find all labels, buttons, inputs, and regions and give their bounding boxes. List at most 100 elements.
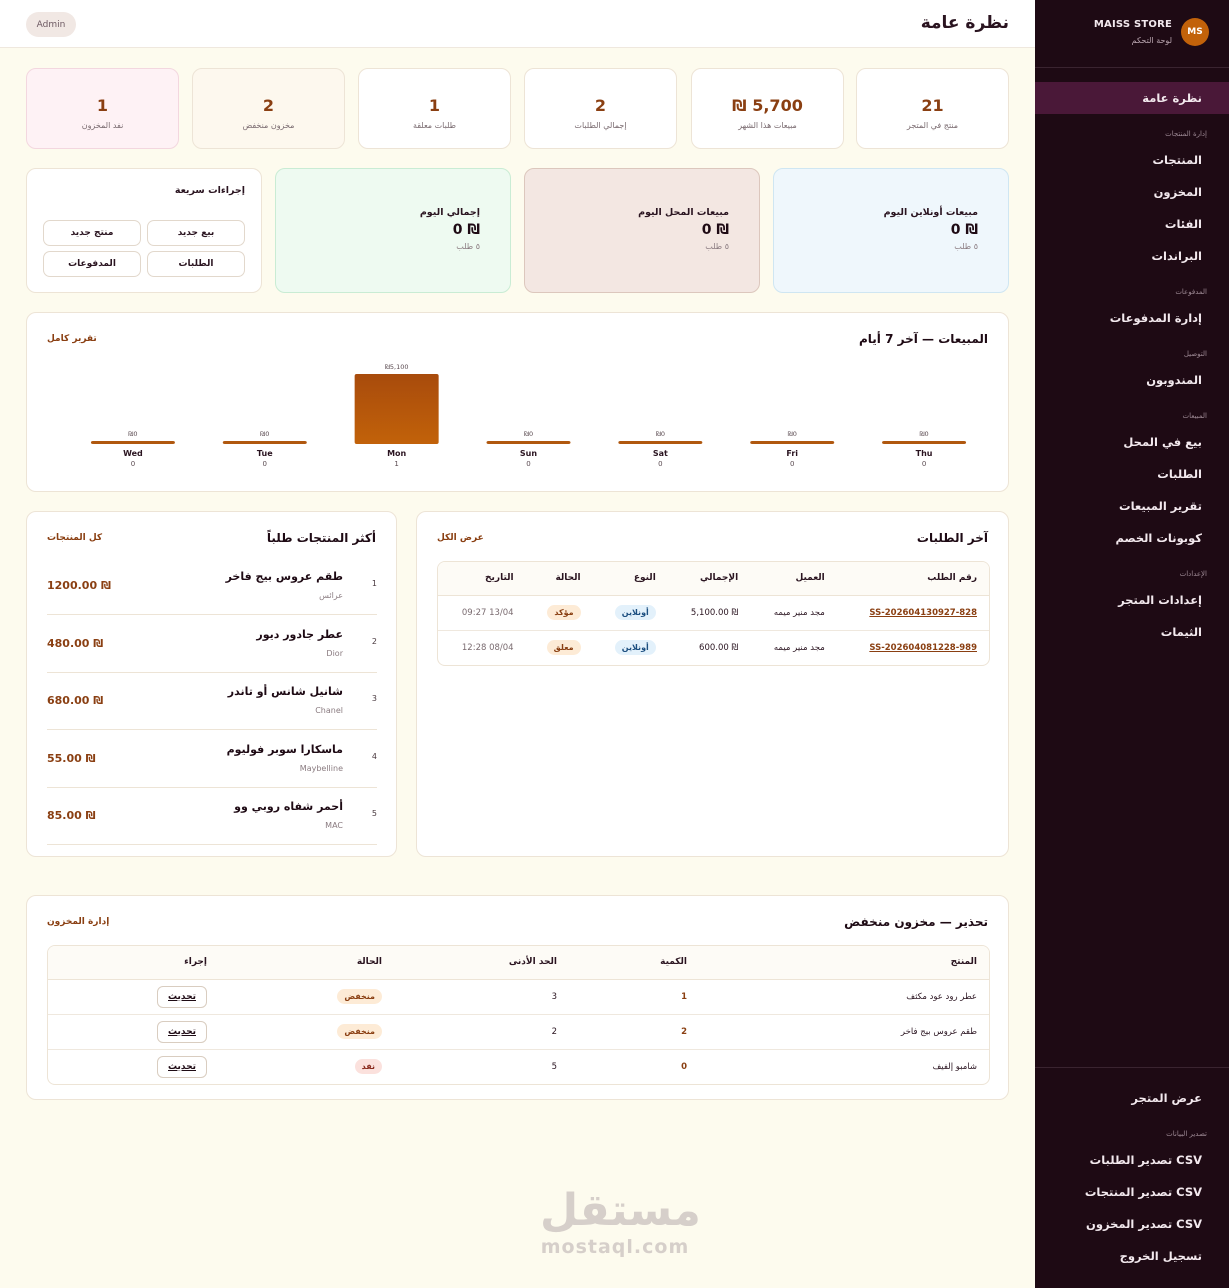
stat-label: منتج في المتجر	[906, 121, 959, 130]
sidebar-item[interactable]: نظرة عامة	[1035, 82, 1229, 114]
sidebar-section-label: المبيعات	[1182, 412, 1207, 420]
stock-product: شامبو إلفيف	[932, 1061, 977, 1072]
chart-value-label: ₪0	[919, 430, 928, 438]
stat-card-out-of-stock: 1 نفد المخزون	[26, 68, 179, 149]
list-item[interactable]: 2 عطر جادور ديور Dior ₪ 480.00	[47, 615, 377, 673]
sidebar-item[interactable]: المخزون	[1035, 176, 1229, 208]
sidebar-item[interactable]: المندوبون	[1035, 364, 1229, 396]
list-item[interactable]: 4 ماسكارا سوبر فوليوم Maybelline ₪ 55.00	[47, 730, 377, 788]
stat-card-products: 21 منتج في المتجر	[856, 68, 1009, 149]
payments-button[interactable]: المدفوعات	[43, 251, 141, 277]
sidebar-section-label: إدارة المنتجات	[1165, 130, 1207, 138]
admin-badge[interactable]: Admin	[26, 12, 76, 37]
chart-value-label: ₪0	[260, 430, 269, 438]
brand-name: MAISS STORE	[1093, 19, 1172, 30]
chart-bar	[882, 441, 967, 444]
update-stock-button[interactable]: تحديث	[157, 985, 207, 1008]
view-all-orders-link[interactable]: عرض الكل	[437, 533, 484, 543]
new-product-button[interactable]: منتج جديد	[43, 220, 141, 246]
sidebar-item[interactable]: إدارة المدفوعات	[1035, 302, 1229, 334]
sidebar-item[interactable]: إعدادات المتجر	[1035, 584, 1229, 616]
sidebar-item[interactable]: الثيمات	[1035, 616, 1229, 648]
sidebar-nav: نظرة عامة إدارة المنتجات المنتجات المخزون ال…	[1035, 82, 1229, 648]
stock-qty: 1	[681, 991, 687, 1002]
product-brand: عرائس	[319, 591, 343, 600]
list-item[interactable]: 5 أحمر شفاه روبي وو MAC ₪ 85.00	[47, 787, 377, 845]
list-item[interactable]: 3 شانيل شانس أو تاندر Chanel ₪ 680.00	[47, 672, 377, 730]
order-customer: مجد منير ميمه	[773, 642, 825, 653]
stat-label: إجمالي الطلبات	[574, 121, 627, 130]
stat-value: 5,700 ₪	[732, 96, 803, 115]
quick-actions-card: إجراءات سريعة بيع جديد منتج جديد الطلبات…	[26, 168, 262, 293]
product-rank: 2	[371, 636, 377, 646]
product-rank: 4	[371, 751, 377, 761]
order-total: ₪ 5,100.00	[667, 595, 751, 631]
sidebar-section-label: التوصيل	[1183, 350, 1207, 358]
stat-card-low-stock: 2 مخزون منخفض	[192, 68, 345, 149]
sidebar-item[interactable]: كوبونات الخصم	[1035, 522, 1229, 554]
brand-avatar: MS	[1181, 18, 1209, 46]
summary-total-today: إجمالي اليوم ₪ 0 ٥ طلب	[275, 168, 511, 293]
product-rank: 5	[371, 809, 377, 818]
summary-title: مبيعات أونلاين اليوم	[883, 207, 978, 218]
col-action: إجراء	[48, 946, 219, 980]
col-qty: الكمية	[569, 946, 699, 980]
chart-category-label: Sun	[520, 449, 537, 458]
orders-button[interactable]: الطلبات	[147, 251, 245, 277]
sidebar-item[interactable]: بيع في المحل	[1035, 426, 1229, 458]
sidebar: MS MAISS STORE لوحة التحكم نظرة عامة إدار…	[1035, 0, 1229, 1288]
quick-actions-title: إجراءات سريعة	[174, 185, 245, 196]
page-title: نظرة عامة	[920, 13, 1009, 33]
col-date: التاريخ	[438, 562, 526, 596]
status-badge: معلق	[546, 640, 581, 656]
chart-bar	[618, 441, 703, 444]
stock-min: 2	[394, 1014, 569, 1050]
sidebar-item[interactable]: تصدير المخزون CSV	[1035, 1208, 1229, 1240]
table-row[interactable]: SS-202604081228-989 مجد منير ميمه ₪ 600.…	[438, 630, 989, 665]
list-item[interactable]: 1 طقم عروس بيج فاخر عرائس ₪ 1200.00	[47, 557, 377, 615]
sidebar-item[interactable]: المنتجات	[1035, 144, 1229, 176]
table-row[interactable]: SS-202604130927-828 مجد منير ميمه ₪ 5,10…	[438, 595, 989, 631]
col-customer: العميل	[750, 562, 837, 596]
stat-label: طلبات معلقة	[412, 121, 457, 130]
sidebar-item[interactable]: تسجيل الخروج	[1035, 1240, 1229, 1272]
all-products-link[interactable]: كل المنتجات	[47, 533, 102, 543]
summary-sub: ٥ طلب	[456, 242, 480, 251]
sales-chart-card: المبيعات — آخر 7 أيام تقرير كامل ₪0 Wed 0 ₪…	[26, 312, 1009, 492]
order-id-link[interactable]: SS-202604130927-828	[869, 608, 977, 618]
orders-table-wrap: رقم الطلب العميل الإجمالي النوع الحالة ا…	[437, 561, 990, 666]
summary-online-today: مبيعات أونلاين اليوم ₪ 0 ٥ طلب	[773, 168, 1009, 293]
sidebar-item[interactable]: الفئات	[1035, 208, 1229, 240]
manage-stock-link[interactable]: إدارة المخزون	[47, 917, 109, 927]
order-type-badge: أونلاين	[614, 605, 656, 620]
watermark: مستقل mostaql.com	[540, 1186, 701, 1259]
sidebar-item[interactable]: عرض المتجر	[1035, 1082, 1229, 1114]
stat-label: مبيعات هذا الشهر	[738, 121, 797, 130]
product-brand: Chanel	[315, 706, 343, 715]
product-price: ₪ 1200.00	[47, 579, 111, 592]
sidebar-item[interactable]: تقرير المبيعات	[1035, 490, 1229, 522]
chart-count-label: 0	[131, 460, 135, 468]
sidebar-item[interactable]: البراندات	[1035, 240, 1229, 272]
watermark-english: mostaql.com	[540, 1236, 690, 1258]
sidebar-section-label: المدفوعات	[1175, 288, 1207, 296]
sidebar-divider	[1035, 67, 1229, 68]
update-stock-button[interactable]: تحديث	[157, 1055, 207, 1078]
new-sale-button[interactable]: بيع جديد	[147, 220, 245, 246]
sales-bar-chart: ₪0 Wed 0 ₪0 Tue 0 ₪5,100 Mon 1 ₪0 Sun 0 ₪0 Sat 0 ₪0 Fri 0…	[90, 363, 967, 468]
product-name: عطر جادور ديور	[256, 627, 343, 641]
chart-value-label: ₪0	[128, 430, 137, 438]
order-id-link[interactable]: SS-202604081228-989	[869, 643, 977, 653]
product-price: ₪ 680.00	[47, 694, 104, 707]
sidebar-item[interactable]: تصدير المنتجات CSV	[1035, 1176, 1229, 1208]
stock-qty: 2	[681, 1026, 687, 1037]
chart-count-label: 1	[394, 460, 398, 468]
sidebar-item[interactable]: تصدير الطلبات CSV	[1035, 1144, 1229, 1176]
order-total: ₪ 600.00	[699, 642, 739, 653]
update-stock-button[interactable]: تحديث	[157, 1020, 207, 1043]
product-brand: MAC	[325, 821, 343, 830]
status-badge: منخفض	[337, 989, 382, 1004]
chart-category-label: Tue	[257, 449, 273, 458]
order-date: 13/04 09:27	[438, 595, 526, 631]
sidebar-item[interactable]: الطلبات	[1035, 458, 1229, 490]
